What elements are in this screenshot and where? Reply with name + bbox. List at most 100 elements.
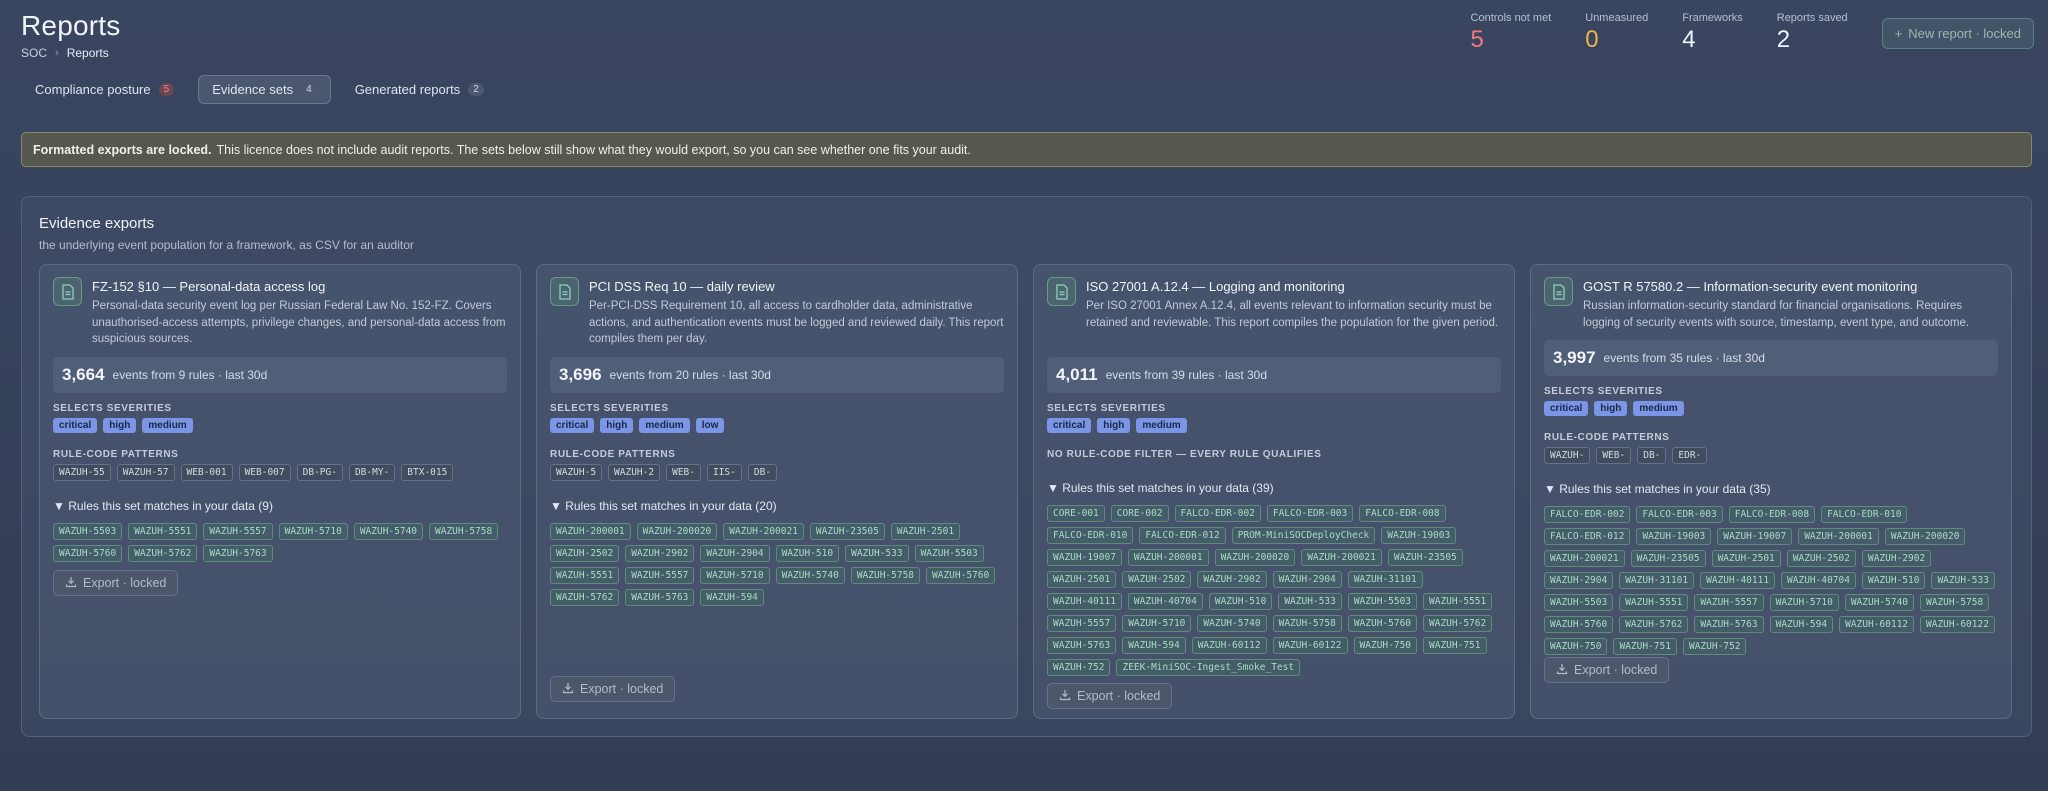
rule-chip: WAZUH-5763 bbox=[1694, 616, 1764, 633]
pattern-chip: WAZUH-2 bbox=[608, 464, 661, 481]
document-icon bbox=[53, 277, 82, 306]
export-label: Export · locked bbox=[580, 682, 664, 696]
rule-chip: WAZUH-2904 bbox=[1544, 572, 1614, 589]
export-button[interactable]: Export · locked bbox=[1544, 657, 1670, 683]
rule-chip: WAZUH-533 bbox=[1278, 593, 1342, 610]
rule-chips: WAZUH-5503 WAZUH-5551 WAZUH-5557 WAZUH-5710… bbox=[53, 523, 507, 562]
stat-unmeasured: Unmeasured 0 bbox=[1585, 12, 1648, 53]
rule-chip: WAZUH-2904 bbox=[1272, 571, 1342, 588]
rule-chip: WAZUH-2502 bbox=[1122, 571, 1192, 588]
export-button[interactable]: Export · locked bbox=[1047, 683, 1173, 709]
pattern-chip: IIS- bbox=[706, 464, 742, 481]
breadcrumb-root[interactable]: SOC bbox=[21, 46, 47, 60]
rule-chip: WAZUH-5760 bbox=[53, 545, 123, 562]
event-count-text: events from 20 rules · last 30d bbox=[609, 368, 771, 382]
stat-value: 2 bbox=[1776, 26, 1791, 53]
rule-chip: WAZUH-5551 bbox=[128, 523, 198, 540]
card-description: Russian information-security standard fo… bbox=[1583, 300, 1970, 329]
new-report-button[interactable]: + New report · locked bbox=[1881, 18, 2034, 49]
document-icon bbox=[550, 277, 579, 306]
rule-chip: WAZUH-23505 bbox=[1387, 549, 1463, 566]
rule-chip: WAZUH-40704 bbox=[1127, 593, 1203, 610]
card-title: FZ-152 §10 — Personal-data access log bbox=[92, 279, 326, 294]
rule-chip: WAZUH-510 bbox=[1861, 572, 1926, 589]
tab-compliance-posture[interactable]: Compliance posture 5 bbox=[21, 75, 188, 104]
page-header: Reports SOC › Reports bbox=[21, 10, 120, 60]
rule-chip: WAZUH-5763 bbox=[625, 589, 695, 606]
rule-chip: WAZUH-5503 bbox=[1544, 594, 1614, 611]
severity-chip: high bbox=[103, 418, 137, 433]
rule-chip: WAZUH-5758 bbox=[850, 567, 921, 584]
rule-chip: WAZUH-5503 bbox=[1347, 593, 1418, 610]
tab-generated-reports[interactable]: Generated reports 2 bbox=[341, 75, 498, 104]
summary-stats: Controls not met 5 Unmeasured 0 Framewor… bbox=[1471, 12, 2034, 53]
rule-chip: WAZUH-5551 bbox=[1619, 594, 1689, 611]
rule-chip: WAZUH-40111 bbox=[1047, 593, 1122, 610]
pattern-chip: WAZUH-55 bbox=[53, 464, 111, 481]
rule-chip: WAZUH-5762 bbox=[128, 545, 198, 562]
rules-match-toggle[interactable]: ▼ Rules this set matches in your data (9… bbox=[53, 499, 273, 513]
rule-chip: WAZUH-2904 bbox=[700, 545, 770, 562]
rules-match-toggle[interactable]: ▼ Rules this set matches in your data (3… bbox=[1544, 482, 1771, 496]
rules-match-toggle[interactable]: ▼ Rules this set matches in your data (3… bbox=[1047, 481, 1274, 495]
event-count-box: 4,011 events from 39 rules · last 30d bbox=[1047, 357, 1501, 393]
evidence-card: PCI DSS Req 10 — daily review Per-PCI-DSS… bbox=[536, 264, 1018, 719]
export-button[interactable]: Export · locked bbox=[53, 570, 179, 596]
severity-chips: critical high medium bbox=[53, 418, 507, 433]
rule-chip: WAZUH-5503 bbox=[914, 545, 984, 562]
rule-chip: WAZUH-5758 bbox=[1920, 594, 1990, 611]
event-count-text: events from 35 rules · last 30d bbox=[1603, 351, 1765, 365]
rule-chip: WAZUH-5551 bbox=[1423, 593, 1493, 610]
patterns-label: RULE-CODE PATTERNS bbox=[53, 449, 179, 460]
rule-chip: WAZUH-200020 bbox=[636, 523, 718, 540]
rule-chip: WAZUH-31101 bbox=[1347, 571, 1423, 588]
patterns-label: RULE-CODE PATTERNS bbox=[1544, 432, 1670, 443]
tab-count-badge: 4 bbox=[301, 83, 317, 96]
rule-chip: WAZUH-2902 bbox=[625, 545, 695, 562]
rule-chip: WAZUH-5710 bbox=[700, 567, 770, 584]
severity-chip: high bbox=[600, 418, 634, 433]
rule-chip: WAZUH-2502 bbox=[550, 545, 620, 562]
breadcrumb: SOC › Reports bbox=[21, 46, 120, 60]
patterns-label: RULE-CODE PATTERNS bbox=[550, 449, 676, 460]
rule-chip: WAZUH-60112 bbox=[1191, 637, 1267, 654]
severity-chip: medium bbox=[142, 418, 193, 433]
rule-chip: WAZUH-594 bbox=[700, 589, 764, 606]
rules-match-toggle[interactable]: ▼ Rules this set matches in your data (2… bbox=[550, 499, 777, 513]
pattern-chip: WEB-007 bbox=[238, 464, 291, 481]
rule-chip: WAZUH-2902 bbox=[1197, 571, 1267, 588]
tab-evidence-sets[interactable]: Evidence sets 4 bbox=[198, 75, 331, 104]
rule-chip: WAZUH-510 bbox=[1208, 593, 1273, 610]
rule-chip: FALCO-EDR-003 bbox=[1636, 506, 1723, 523]
document-icon bbox=[1544, 277, 1573, 306]
rule-chip: WAZUH-200001 bbox=[1127, 549, 1209, 566]
rule-chip: WAZUH-751 bbox=[1613, 638, 1677, 655]
rule-chip: WAZUH-5760 bbox=[1544, 616, 1614, 633]
rule-chip: WAZUH-19003 bbox=[1636, 528, 1712, 545]
banner-text: This licence does not include audit repo… bbox=[216, 142, 971, 157]
severity-chips: critical high medium bbox=[1544, 401, 1998, 416]
event-count: 4,011 bbox=[1056, 365, 1098, 384]
panel-title: Evidence exports bbox=[39, 215, 155, 232]
rule-chip: WAZUH-5551 bbox=[550, 567, 620, 584]
rule-chip: WAZUH-200020 bbox=[1214, 549, 1296, 566]
rule-chip: WAZUH-5762 bbox=[1423, 615, 1493, 632]
rule-chip: WAZUH-5763 bbox=[203, 545, 273, 562]
rule-chip: WAZUH-2501 bbox=[890, 523, 961, 540]
rule-chip: WAZUH-5760 bbox=[926, 567, 996, 584]
card-title: PCI DSS Req 10 — daily review bbox=[589, 279, 775, 294]
rule-chip: WAZUH-200001 bbox=[1798, 528, 1879, 545]
card-header: ISO 27001 A.12.4 — Logging and monitorin… bbox=[1047, 277, 1501, 331]
evidence-card: FZ-152 §10 — Personal-data access log Per… bbox=[39, 264, 521, 719]
tab-count-badge: 2 bbox=[468, 83, 484, 96]
event-count-text: events from 39 rules · last 30d bbox=[1105, 368, 1268, 382]
download-icon bbox=[1059, 689, 1071, 704]
export-button[interactable]: Export · locked bbox=[550, 676, 676, 702]
tab-label: Generated reports bbox=[354, 82, 461, 97]
rule-chip: WAZUH-5760 bbox=[1347, 615, 1418, 632]
rule-chip: WAZUH-23505 bbox=[809, 523, 885, 540]
rule-chip: WAZUH-750 bbox=[1544, 638, 1608, 655]
stat-value: 0 bbox=[1585, 26, 1599, 53]
pattern-chip: WAZUH- bbox=[1544, 447, 1591, 464]
rule-chip: WAZUH-5503 bbox=[53, 523, 123, 540]
